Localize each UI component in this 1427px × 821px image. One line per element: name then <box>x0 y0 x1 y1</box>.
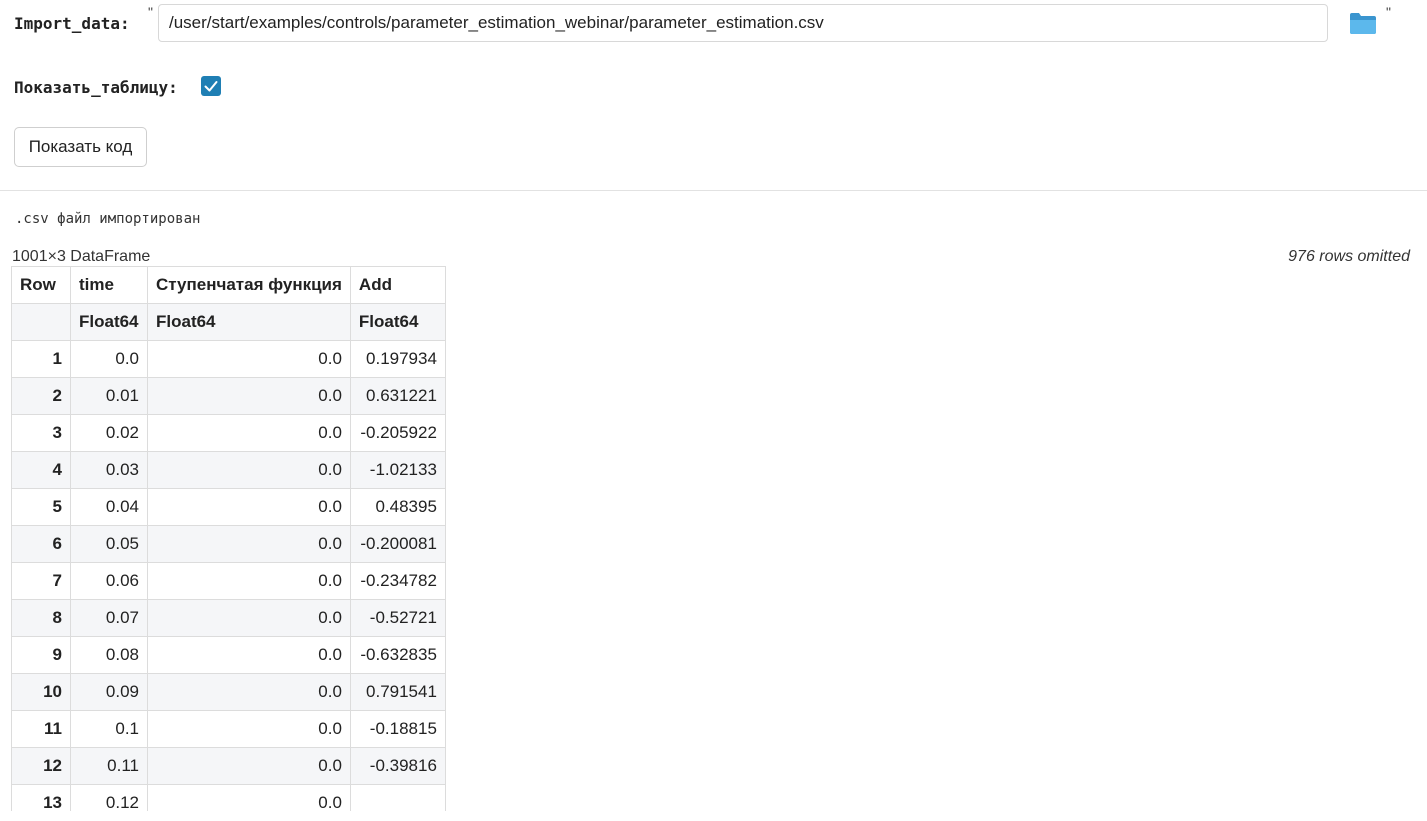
dataframe-table: Row time Ступенчатая функция Add Float64 Flo… <box>11 266 446 811</box>
table-cell-time: 0.06 <box>70 562 148 600</box>
table-row: 4 0.03 0.0 -1.02133 <box>11 451 446 489</box>
table-row: 11 0.1 0.0 -0.18815 <box>11 710 446 748</box>
table-cell-step-function: 0.0 <box>147 377 351 415</box>
show-table-row: Показать_таблицу: <box>14 74 414 100</box>
table-row: 2 0.01 0.0 0.631221 <box>11 377 446 415</box>
show-table-checkbox[interactable] <box>201 76 221 96</box>
show-table-label: Показать_таблицу: <box>14 78 178 97</box>
table-cell-add: -0.234782 <box>349 562 446 600</box>
table-row: 3 0.02 0.0 -0.205922 <box>11 414 446 452</box>
table-cell-add: -0.632835 <box>349 636 446 674</box>
column-header-row: Row time Ступенчатая функция Add <box>11 266 446 304</box>
widget-form: Import_data: " " Показать_таблицу: Показ… <box>0 0 1427 190</box>
table-cell-time: 0.09 <box>70 673 148 711</box>
table-cell-step-function: 0.0 <box>147 340 351 378</box>
rows-omitted-note: 976 rows omitted <box>1288 248 1410 265</box>
table-row: 7 0.06 0.0 -0.234782 <box>11 562 446 600</box>
table-cell-add <box>349 784 446 811</box>
quote-close: " <box>1386 4 1391 20</box>
table-cell-add: 0.197934 <box>349 340 446 378</box>
dataframe-title: 1001×3 DataFrame <box>12 248 151 265</box>
table-row: 9 0.08 0.0 -0.632835 <box>11 636 446 674</box>
table-row: 13 0.12 0.0 <box>11 784 446 811</box>
checkmark-icon <box>204 81 218 92</box>
row-number-cell: 1 <box>11 340 71 378</box>
table-cell-step-function: 0.0 <box>147 488 351 526</box>
output-area: .csv файл импортирован 1001×3 DataFrame … <box>0 191 1427 821</box>
table-cell-time: 0.04 <box>70 488 148 526</box>
table-row: 1 0.0 0.0 0.197934 <box>11 340 446 378</box>
row-number-cell: 7 <box>11 562 71 600</box>
show-code-button[interactable]: Показать код <box>14 127 147 167</box>
table-cell-add: -0.200081 <box>349 525 446 563</box>
table-cell-add: -0.39816 <box>349 747 446 785</box>
column-type-row <box>11 303 71 341</box>
column-header-row: Row <box>11 266 71 304</box>
row-number-cell: 9 <box>11 636 71 674</box>
table-body: 1 0.0 0.0 0.197934 2 0.01 0.0 0.631221 3 0.02 0.0-… <box>11 340 446 811</box>
row-number-cell: 12 <box>11 747 71 785</box>
table-cell-add: -0.52721 <box>349 599 446 637</box>
table-cell-add: 0.631221 <box>349 377 446 415</box>
column-header-add: Add <box>349 266 446 304</box>
table-row: 8 0.07 0.0 -0.52721 <box>11 599 446 637</box>
column-type-row: Float64 Float64 Float64 <box>11 303 446 341</box>
table-cell-time: 0.1 <box>70 710 148 748</box>
table-cell-add: 0.48395 <box>349 488 446 526</box>
table-cell-time: 0.0 <box>70 340 148 378</box>
import-data-row: Import_data: " " <box>14 4 1414 44</box>
row-number-cell: 10 <box>11 673 71 711</box>
row-number-cell: 4 <box>11 451 71 489</box>
row-number-cell: 11 <box>11 710 71 748</box>
table-cell-time: 0.12 <box>70 784 148 811</box>
table-cell-time: 0.03 <box>70 451 148 489</box>
table-row: 6 0.05 0.0 -0.200081 <box>11 525 446 563</box>
table-cell-add: -0.205922 <box>349 414 446 452</box>
table-row: 10 0.09 0.0 0.791541 <box>11 673 446 711</box>
row-number-cell: 6 <box>11 525 71 563</box>
column-type-step-function: Float64 <box>147 303 351 341</box>
row-number-cell: 8 <box>11 599 71 637</box>
column-type-time: Float64 <box>70 303 148 341</box>
row-number-cell: 13 <box>11 784 71 811</box>
table-cell-add: -1.02133 <box>349 451 446 489</box>
column-type-add: Float64 <box>349 303 446 341</box>
table-cell-time: 0.07 <box>70 599 148 637</box>
file-path-input[interactable] <box>158 4 1328 42</box>
table-cell-step-function: 0.0 <box>147 414 351 452</box>
table-row: 5 0.04 0.0 0.48395 <box>11 488 446 526</box>
table-cell-time: 0.01 <box>70 377 148 415</box>
table-cell-step-function: 0.0 <box>147 784 351 811</box>
table-cell-add: 0.791541 <box>349 673 446 711</box>
column-header-step-function: Ступенчатая функция <box>147 266 351 304</box>
quote-open: " <box>148 4 153 20</box>
table-cell-time: 0.08 <box>70 636 148 674</box>
folder-icon[interactable] <box>1348 10 1378 36</box>
import-data-label: Import_data: <box>14 14 130 33</box>
import-status-text: .csv файл импортирован <box>15 211 201 227</box>
table-cell-time: 0.05 <box>70 525 148 563</box>
row-number-cell: 2 <box>11 377 71 415</box>
table-cell-step-function: 0.0 <box>147 599 351 637</box>
row-number-cell: 5 <box>11 488 71 526</box>
table-cell-step-function: 0.0 <box>147 673 351 711</box>
dataframe-table-wrapper[interactable]: Row time Ступенчатая функция Add Float64 Flo… <box>11 266 446 811</box>
table-cell-step-function: 0.0 <box>147 451 351 489</box>
column-header-time: time <box>70 266 148 304</box>
table-cell-step-function: 0.0 <box>147 636 351 674</box>
table-cell-add: -0.18815 <box>349 710 446 748</box>
table-cell-step-function: 0.0 <box>147 747 351 785</box>
row-number-cell: 3 <box>11 414 71 452</box>
table-cell-step-function: 0.0 <box>147 525 351 563</box>
table-row: 12 0.11 0.0 -0.39816 <box>11 747 446 785</box>
table-cell-time: 0.02 <box>70 414 148 452</box>
table-cell-step-function: 0.0 <box>147 710 351 748</box>
table-cell-time: 0.11 <box>70 747 148 785</box>
table-cell-step-function: 0.0 <box>147 562 351 600</box>
